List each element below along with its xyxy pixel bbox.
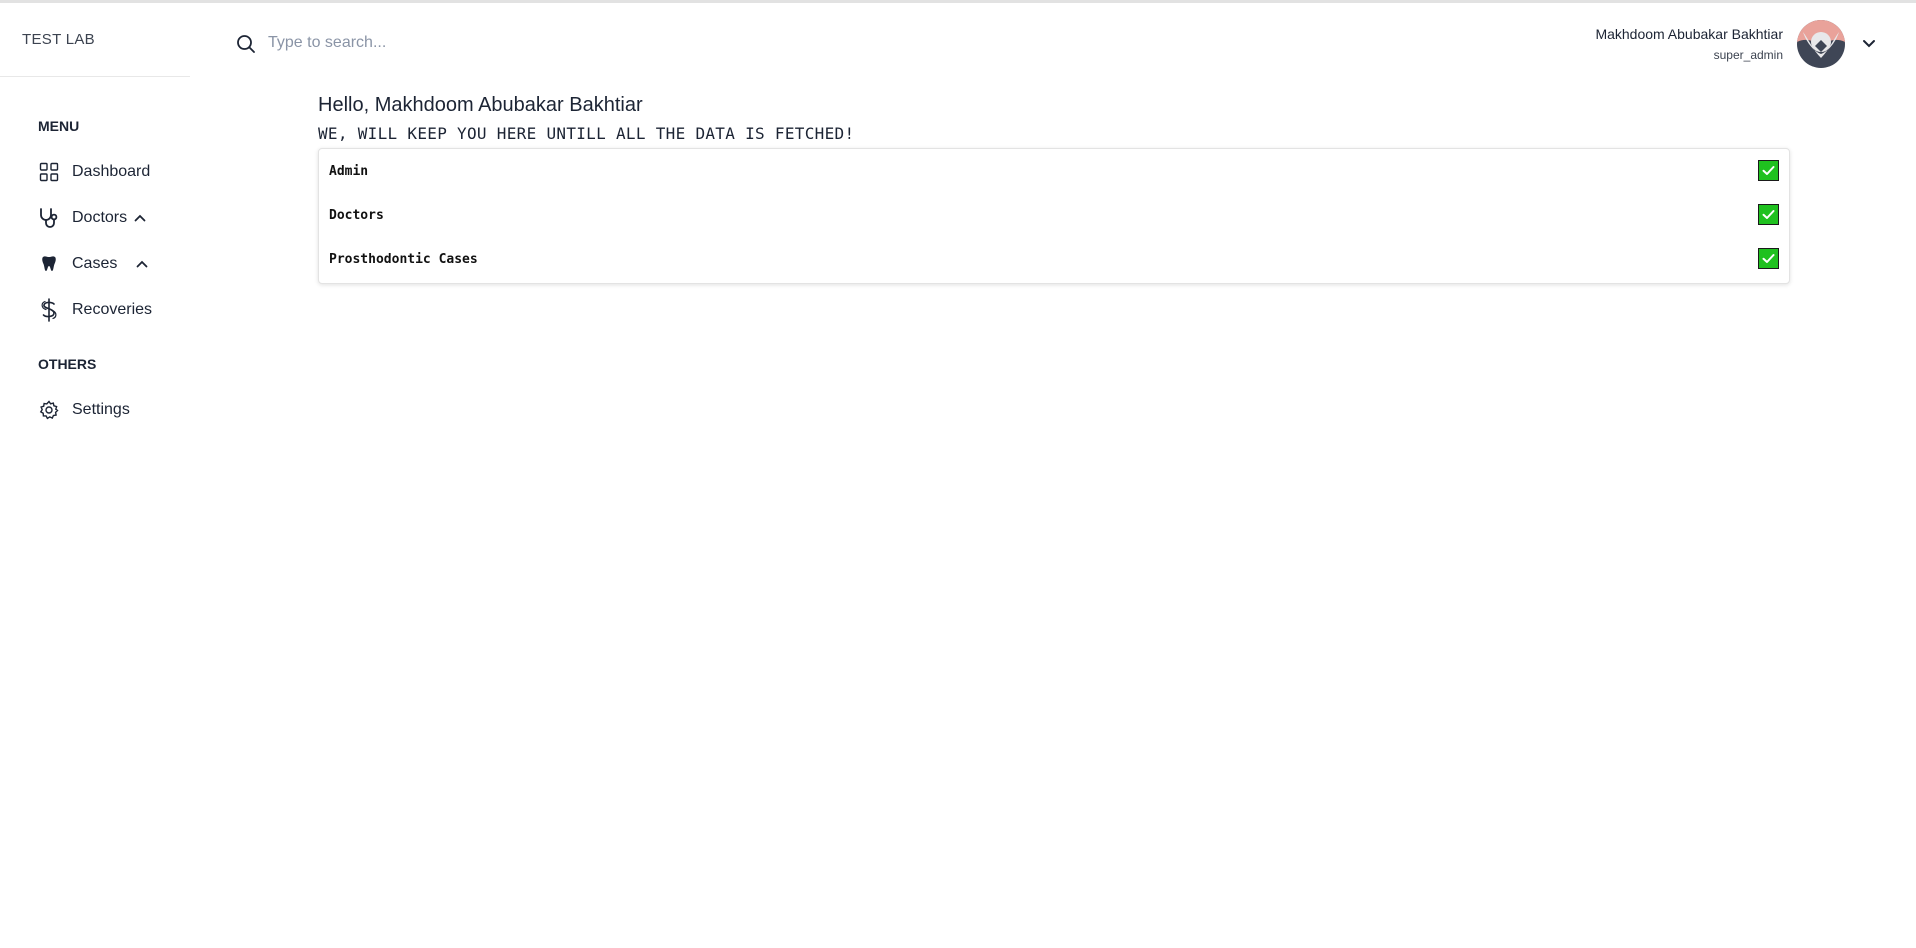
- chevron-up-icon[interactable]: [133, 211, 147, 225]
- sidebar-divider: [0, 76, 190, 77]
- sidebar-item-label: Dashboard: [72, 163, 151, 180]
- dollar-icon: [38, 298, 60, 322]
- grid-icon: [38, 161, 60, 183]
- search-icon[interactable]: [235, 33, 257, 55]
- chevron-down-icon[interactable]: [1859, 33, 1879, 53]
- loading-message: WE, WILL KEEP YOU HERE UNTILL ALL THE DA…: [318, 124, 855, 143]
- chevron-up-icon[interactable]: [135, 257, 149, 271]
- sidebar-item-label: Cases: [72, 255, 118, 272]
- sidebar-item-dashboard[interactable]: Dashboard: [38, 157, 150, 187]
- tooth-icon: [38, 253, 60, 275]
- status-row-label: Prosthodontic Cases: [329, 251, 478, 267]
- status-row-prosthodontic-cases: Prosthodontic Cases: [319, 237, 1789, 281]
- status-row-label: Doctors: [329, 207, 384, 223]
- others-section-label: OTHERS: [38, 356, 97, 372]
- user-name[interactable]: Makhdoom Abubakar Bakhtiar: [1595, 26, 1783, 42]
- sidebar-item-cases[interactable]: Cases: [38, 249, 149, 279]
- top-border: [0, 0, 1916, 3]
- status-row-admin: Admin: [319, 149, 1789, 193]
- sidebar-item-label: Recoveries: [72, 301, 153, 318]
- user-role: super_admin: [1713, 48, 1783, 62]
- avatar[interactable]: [1797, 20, 1845, 68]
- fetch-status-card: Admin Doctors Prosthodontic Cases: [318, 148, 1790, 284]
- sidebar-item-settings[interactable]: Settings: [38, 395, 130, 425]
- sidebar-item-recoveries[interactable]: Recoveries: [38, 295, 152, 325]
- status-row-doctors: Doctors: [319, 193, 1789, 237]
- sidebar-item-label: Settings: [72, 401, 130, 418]
- checkmark-icon: [1758, 160, 1779, 181]
- search-input[interactable]: [268, 30, 768, 56]
- stethoscope-icon: [38, 207, 60, 229]
- menu-section-label: MENU: [38, 118, 80, 134]
- status-row-label: Admin: [329, 163, 369, 179]
- brand-logo-text[interactable]: TEST LAB: [22, 31, 95, 48]
- sidebar-item-doctors[interactable]: Doctors: [38, 203, 147, 233]
- checkmark-icon: [1758, 248, 1779, 269]
- sidebar-item-label: Doctors: [72, 209, 128, 226]
- checkmark-icon: [1758, 204, 1779, 225]
- gear-icon: [38, 399, 60, 421]
- sidebar: TEST LAB MENU Dashboard Doctors Cases Re…: [0, 3, 190, 948]
- greeting-heading: Hello, Makhdoom Abubakar Bakhtiar: [318, 94, 643, 116]
